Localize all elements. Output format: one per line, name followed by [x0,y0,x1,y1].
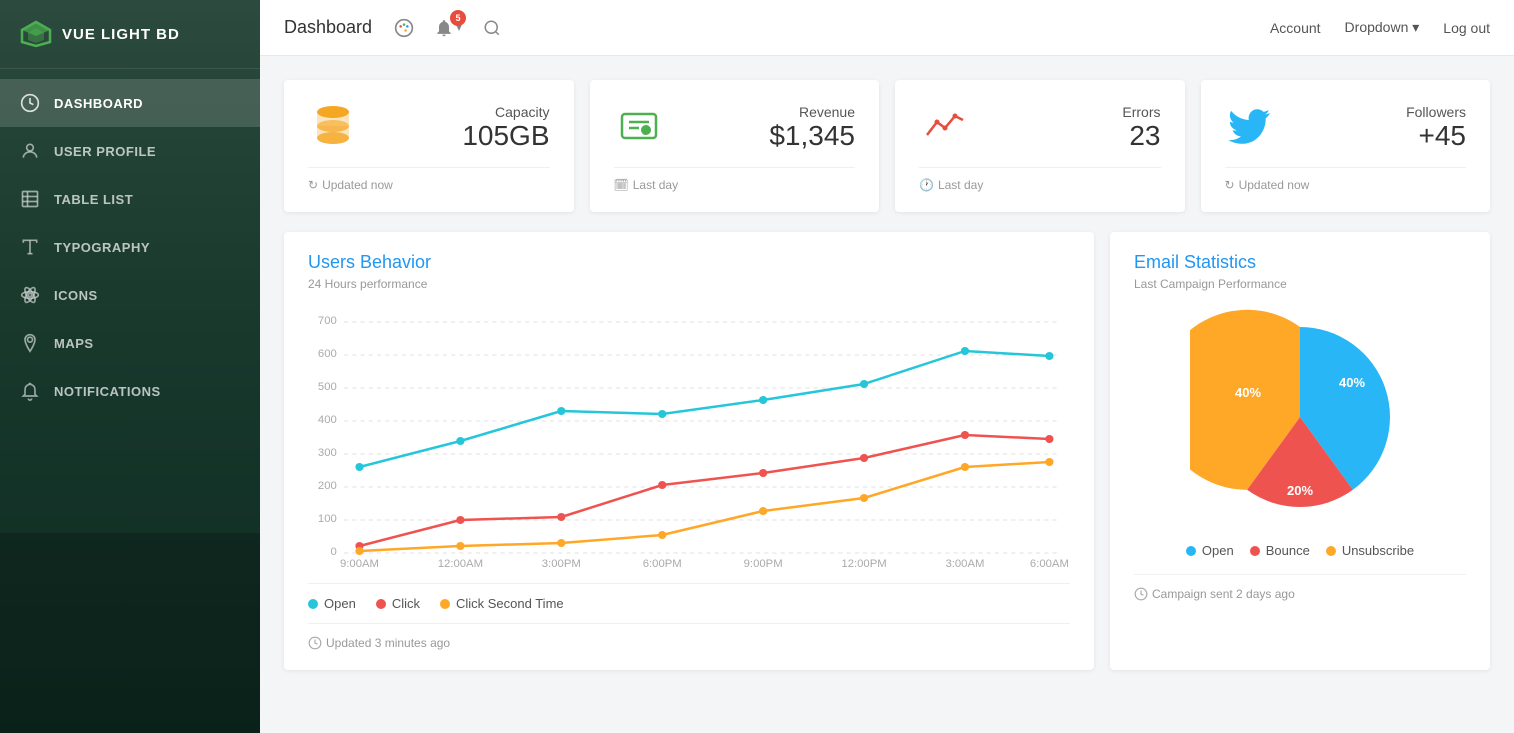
chart-footer: Updated 3 minutes ago [308,623,1070,650]
sidebar-item-icons[interactable]: ICONS [0,271,260,319]
capacity-value: 105GB [462,120,549,152]
followers-footer: ↻ Updated now [1225,167,1467,192]
legend-click2: Click Second Time [440,596,564,611]
legend-email-bounce: Bounce [1250,543,1310,558]
svg-text:12:00AM: 12:00AM [438,558,483,567]
errors-label: Errors [1122,104,1160,120]
notifications-button[interactable]: 5 ▾ [432,12,464,44]
users-behavior-title: Users Behavior [308,252,1070,273]
errors-icon [919,100,969,155]
users-behavior-subtitle: 24 Hours performance [308,277,1070,291]
dropdown-link[interactable]: Dropdown ▾ [1345,19,1420,36]
svg-text:40%: 40% [1235,385,1261,400]
svg-text:400: 400 [318,414,337,426]
header: Dashboard 5 ▾ [260,0,1514,56]
bottom-panels: Users Behavior 24 Hours performance .gri… [284,232,1490,670]
twitter-icon [1225,100,1275,155]
sidebar-item-user-profile[interactable]: USER PROFILE [0,127,260,175]
capacity-label: Capacity [462,104,549,120]
followers-value: +45 [1406,120,1466,152]
dashboard-icon [20,93,40,113]
logout-link[interactable]: Log out [1443,20,1490,36]
header-right: Account Dropdown ▾ Log out [1270,19,1490,36]
svg-text:300: 300 [318,447,337,459]
content-area: Capacity 105GB ↻ Updated now [260,56,1514,733]
bell-icon [20,381,40,401]
revenue-label: Revenue [769,104,855,120]
svg-text:3:00PM: 3:00PM [542,558,581,567]
svg-text:$: $ [643,128,647,135]
svg-text:700: 700 [318,315,337,327]
notification-badge: 5 [450,10,466,26]
table-icon [20,189,40,209]
svg-text:100: 100 [318,513,337,525]
errors-value: 23 [1122,120,1160,152]
page-title: Dashboard [284,17,372,38]
chart-legend: Open Click Click Second Time [308,583,1070,623]
search-icon [483,19,501,37]
header-icons: 5 ▾ [388,12,508,44]
legend-click: Click [376,596,420,611]
sidebar-nav: DASHBOARD USER PROFILE TABLE LIST TYPOGR… [0,79,260,415]
sidebar-logo: VUE LIGHT BD [0,0,260,69]
svg-text:3:00AM: 3:00AM [945,558,984,567]
followers-label: Followers [1406,104,1466,120]
user-icon [20,141,40,161]
revenue-icon: $ [614,100,664,155]
logo-text: VUE LIGHT BD [62,26,180,43]
capacity-icon [308,100,358,155]
sidebar: VUE LIGHT BD DASHBOARD USER PROFILE TABL… [0,0,260,733]
sidebar-item-typography[interactable]: TYPOGRAPHY [0,223,260,271]
map-pin-icon [20,333,40,353]
sidebar-item-table-list[interactable]: TABLE LIST [0,175,260,223]
email-stats-title: Email Statistics [1134,252,1466,273]
svg-text:40%: 40% [1339,375,1365,390]
revenue-value: $1,345 [769,120,855,152]
svg-text:500: 500 [318,381,337,393]
email-stats-panel: Email Statistics Last Campaign Performan… [1110,232,1490,670]
palette-button[interactable] [388,12,420,44]
svg-text:0: 0 [331,546,337,558]
svg-text:9:00PM: 9:00PM [744,558,783,567]
email-legend: Open Bounce Unsubscribe [1134,543,1466,558]
legend-open: Open [308,596,356,611]
search-button[interactable] [476,12,508,44]
main-content: Dashboard 5 ▾ [260,0,1514,733]
followers-card: Followers +45 ↻ Updated now [1201,80,1491,212]
svg-text:200: 200 [318,480,337,492]
svg-text:6:00PM: 6:00PM [643,558,682,567]
capacity-card: Capacity 105GB ↻ Updated now [284,80,574,212]
svg-text:6:00AM: 6:00AM [1030,558,1069,567]
sidebar-item-dashboard[interactable]: DASHBOARD [0,79,260,127]
users-behavior-panel: Users Behavior 24 Hours performance .gri… [284,232,1094,670]
svg-text:600: 600 [318,348,337,360]
email-stats-subtitle: Last Campaign Performance [1134,277,1466,291]
revenue-footer: 🗓 Last day [614,167,856,192]
errors-card: Errors 23 🕐 Last day [895,80,1185,212]
pie-chart-container: 40% 20% 40% [1134,307,1466,527]
legend-email-open: Open [1186,543,1234,558]
revenue-card: $ Revenue $1,345 🗓 Last day [590,80,880,212]
clock-icon [308,636,322,650]
line-chart: .grid-line { stroke: #e0e0e0; stroke-wid… [308,307,1070,567]
line-chart-container: .grid-line { stroke: #e0e0e0; stroke-wid… [308,307,1070,567]
legend-email-unsub: Unsubscribe [1326,543,1414,558]
pie-chart: 40% 20% 40% [1190,307,1410,527]
capacity-footer: ↻ Updated now [308,167,550,192]
svg-text:9:00AM: 9:00AM [340,558,379,567]
svg-text:12:00PM: 12:00PM [841,558,886,567]
atom-icon [20,285,40,305]
logo-icon [20,18,52,50]
sidebar-item-notifications[interactable]: NOTIFICATIONS [0,367,260,415]
sidebar-item-maps[interactable]: MAPS [0,319,260,367]
svg-text:20%: 20% [1287,483,1313,498]
account-link[interactable]: Account [1270,20,1321,36]
typography-icon [20,237,40,257]
clock-footer-icon [1134,587,1148,601]
stat-cards: Capacity 105GB ↻ Updated now [284,80,1490,212]
errors-footer: 🕐 Last day [919,167,1161,192]
email-footer: Campaign sent 2 days ago [1134,574,1466,601]
palette-icon [394,18,414,38]
